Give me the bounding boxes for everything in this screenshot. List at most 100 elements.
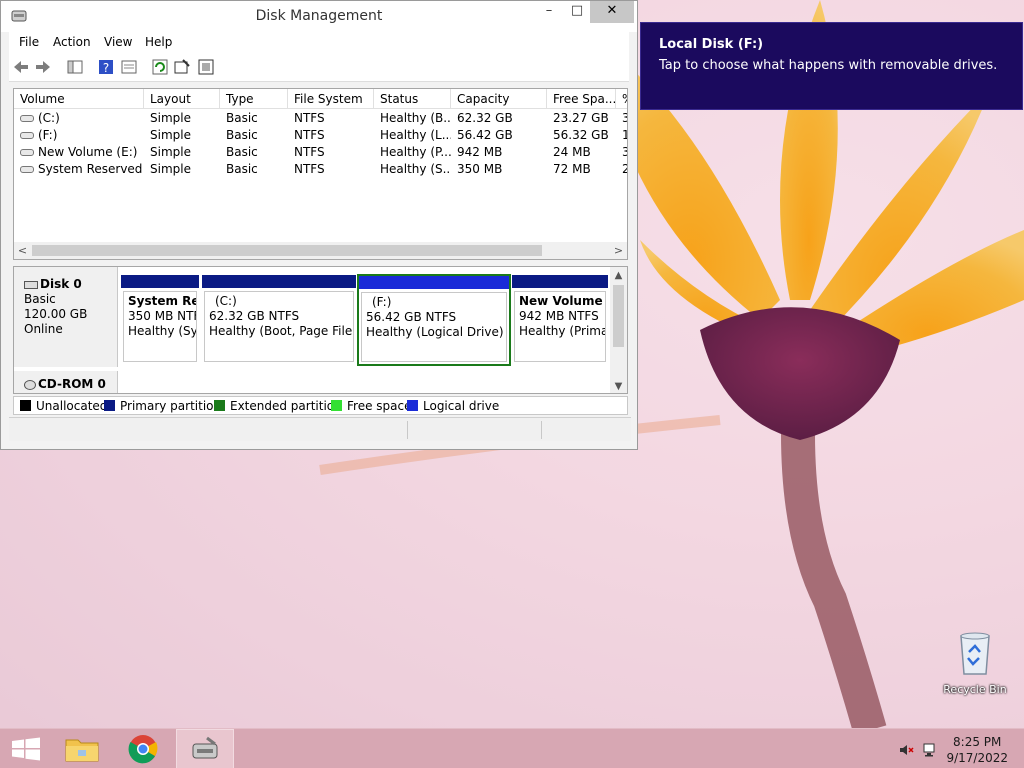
volume-row[interactable]: (C:) Simple Basic NTFS Healthy (B... 62.… xyxy=(14,110,627,127)
volume-name: System Reserved xyxy=(38,162,143,176)
notification-title: Local Disk (F:) xyxy=(659,37,764,52)
recycle-bin-icon xyxy=(960,632,990,675)
menu-view[interactable]: View xyxy=(104,35,132,49)
column-volume[interactable]: Volume xyxy=(14,89,144,109)
partition-status: Healthy (Sys xyxy=(128,324,197,338)
taskbar: 8:25 PM 9/17/2022 xyxy=(0,728,1024,768)
volume-cell: (F:) xyxy=(14,127,144,144)
disk-management-taskbar-button[interactable] xyxy=(176,729,234,768)
system-clock[interactable]: 8:25 PM 9/17/2022 xyxy=(946,734,1008,766)
title-bar[interactable]: Disk Management – □ ✕ xyxy=(1,1,637,32)
cdrom-name: CD-ROM 0 xyxy=(38,377,106,391)
disk-view-vertical-scrollbar[interactable]: ▲ ▼ xyxy=(610,267,627,393)
column-capacity[interactable]: Capacity xyxy=(451,89,547,109)
notification-body: Tap to choose what happens with removabl… xyxy=(659,58,998,73)
vertical-scroll-thumb[interactable] xyxy=(613,285,624,347)
recycle-bin-shortcut[interactable]: Recycle Bin xyxy=(942,630,1008,696)
legend-swatch xyxy=(214,400,225,411)
cdrom-0-label[interactable]: CD-ROM 0 xyxy=(14,371,118,393)
status-separator xyxy=(407,421,408,439)
partition-size: 62.32 GB NTFS xyxy=(209,309,300,323)
volume-muted-icon[interactable] xyxy=(898,742,914,758)
capacity-cell: 350 MB xyxy=(457,162,503,176)
refresh-icon[interactable] xyxy=(151,58,169,76)
network-icon[interactable] xyxy=(922,742,938,758)
settings-icon[interactable] xyxy=(173,58,191,76)
minimize-button[interactable]: – xyxy=(534,1,564,23)
free-cell: 72 MB xyxy=(553,162,591,176)
help-icon[interactable]: ? xyxy=(97,58,115,76)
column-free-space[interactable]: Free Spa... xyxy=(547,89,616,109)
disk-0-kind: Basic xyxy=(24,292,56,306)
export-icon[interactable] xyxy=(197,58,215,76)
start-button[interactable] xyxy=(0,729,58,768)
legend-swatch xyxy=(407,400,418,411)
clock-date: 9/17/2022 xyxy=(946,751,1008,765)
properties-icon[interactable] xyxy=(120,58,138,76)
partition-info: (C:) 62.32 GB NTFS Healthy (Boot, Page F… xyxy=(204,291,354,362)
volume-list[interactable]: Volume Layout Type File System Status Ca… xyxy=(13,88,628,260)
volume-row[interactable]: New Volume (E:) Simple Basic NTFS Health… xyxy=(14,144,627,161)
column-percent-free[interactable]: % xyxy=(616,89,627,109)
file-explorer-taskbar-button[interactable] xyxy=(54,729,112,768)
layout-cell: Simple xyxy=(150,162,191,176)
partition-system-reserved[interactable]: System Res 350 MB NTFS Healthy (Sys xyxy=(121,275,199,364)
disk-management-window: Disk Management – □ ✕ File Action View H… xyxy=(0,0,638,450)
disk-0-label[interactable]: Disk 0 Basic 120.00 GB Online xyxy=(14,267,118,367)
volume-cell: (C:) xyxy=(14,110,144,127)
partition-status: Healthy (Logical Drive) xyxy=(366,325,504,339)
scroll-up-icon[interactable]: ▲ xyxy=(610,267,627,284)
autoplay-notification[interactable]: Local Disk (F:) Tap to choose what happe… xyxy=(640,22,1023,110)
console-tree-icon[interactable] xyxy=(66,58,84,76)
cdrom-icon xyxy=(24,379,36,390)
back-icon[interactable] xyxy=(12,58,30,76)
column-status[interactable]: Status xyxy=(374,89,451,109)
layout-cell: Simple xyxy=(150,128,191,142)
maximize-button[interactable]: □ xyxy=(562,1,592,23)
capacity-cell: 56.42 GB xyxy=(457,128,513,142)
volume-name: (F:) xyxy=(38,128,58,142)
partition-type-bar xyxy=(359,276,509,289)
partition-new-volume-e[interactable]: New Volume ( 942 MB NTFS Healthy (Primar xyxy=(512,275,608,364)
scroll-down-icon[interactable]: ▼ xyxy=(610,378,627,393)
menu-help[interactable]: Help xyxy=(145,35,172,49)
disk-0-title: Disk 0 xyxy=(24,277,117,292)
status-cell: Healthy (B... xyxy=(380,111,451,125)
close-button[interactable]: ✕ xyxy=(590,1,634,23)
partition-f-selected[interactable]: (F:) 56.42 GB NTFS Healthy (Logical Driv… xyxy=(357,274,511,366)
column-type[interactable]: Type xyxy=(220,89,288,109)
legend-unallocated: Unallocated xyxy=(20,399,107,413)
fs-cell: NTFS xyxy=(294,162,325,176)
menu-file[interactable]: File xyxy=(19,35,39,49)
volume-name: New Volume (E:) xyxy=(38,145,138,159)
type-cell: Basic xyxy=(226,111,258,125)
partition-name: New Volume ( xyxy=(519,294,606,308)
fs-cell: NTFS xyxy=(294,111,325,125)
volume-list-horizontal-scrollbar[interactable]: < > xyxy=(14,242,627,259)
column-layout[interactable]: Layout xyxy=(144,89,220,109)
percent-cell: 37 xyxy=(616,110,627,127)
partition-type-bar xyxy=(121,275,199,288)
legend-extended: Extended partition xyxy=(214,399,342,413)
partition-type-bar xyxy=(202,275,356,288)
legend-label: Primary partition xyxy=(120,399,222,413)
partition-name: (F:) xyxy=(372,295,392,309)
status-separator xyxy=(541,421,542,439)
legend-primary: Primary partition xyxy=(104,399,221,413)
status-cell: Healthy (L... xyxy=(380,128,451,142)
volume-row[interactable]: (F:) Simple Basic NTFS Healthy (L... 56.… xyxy=(14,127,627,144)
menu-action[interactable]: Action xyxy=(53,35,91,49)
volume-row[interactable]: System Reserved Simple Basic NTFS Health… xyxy=(14,161,627,178)
horizontal-scroll-thumb[interactable] xyxy=(32,245,542,256)
scroll-right-icon[interactable]: > xyxy=(610,242,627,259)
scroll-left-icon[interactable]: < xyxy=(14,242,31,259)
volume-icon xyxy=(20,149,34,156)
layout-cell: Simple xyxy=(150,111,191,125)
chrome-taskbar-button[interactable] xyxy=(114,729,172,768)
forward-icon[interactable] xyxy=(34,58,52,76)
disk-graphical-view: Disk 0 Basic 120.00 GB Online System Res… xyxy=(13,266,628,394)
svg-text:?: ? xyxy=(103,61,109,75)
column-file-system[interactable]: File System xyxy=(288,89,374,109)
layout-cell: Simple xyxy=(150,145,191,159)
partition-c[interactable]: (C:) 62.32 GB NTFS Healthy (Boot, Page F… xyxy=(202,275,356,364)
